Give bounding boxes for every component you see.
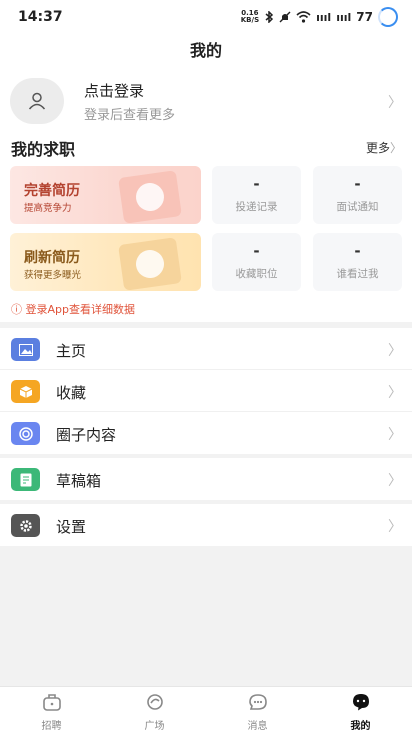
mute-icon (279, 11, 291, 23)
refresh-illustration-icon (118, 237, 182, 291)
chevron-right-icon: 〉 (388, 427, 402, 443)
avatar (10, 78, 64, 124)
signal-2: ıııl (336, 10, 352, 24)
bluetooth-icon (265, 11, 274, 23)
status-icons: 0.16 KB/S ıııl ıııl 77 (241, 7, 398, 27)
menu-item-drafts[interactable]: 草稿箱 〉 (0, 458, 412, 500)
stat-value: - (354, 175, 361, 193)
login-row[interactable]: 点击登录 登录后查看更多 〉 (0, 72, 412, 130)
login-notice[interactable]: ⓘ 登录App查看详细数据 (11, 301, 135, 317)
job-section: 我的求职 更多〉 完善简历 提高竞争力 刷新简历 获得更多曝光 - 投递记录 -… (0, 130, 412, 322)
card-title: 刷新简历 (24, 250, 80, 266)
target-icon (11, 422, 40, 445)
stat-value: - (354, 242, 361, 260)
person-icon (28, 92, 46, 110)
menu-item-settings[interactable]: 设置 〉 (0, 504, 412, 546)
stat-applications[interactable]: - 投递记录 (212, 166, 301, 224)
login-title: 点击登录 (84, 82, 145, 100)
stat-label: 收藏职位 (235, 268, 278, 280)
chevron-right-icon: 〉 (388, 385, 402, 401)
status-time: 14:37 (18, 9, 63, 25)
tab-label: 广场 (144, 721, 165, 732)
signal-1: ıııl (316, 10, 332, 24)
note-icon (11, 468, 40, 491)
status-bar: 14:37 0.16 KB/S ıııl ıııl 77 (0, 0, 412, 34)
tab-label: 消息 (247, 721, 268, 732)
refresh-resume-card[interactable]: 刷新简历 获得更多曝光 (10, 233, 201, 291)
card-subtitle: 提高竞争力 (24, 203, 72, 214)
menu-label: 圈子内容 (56, 426, 117, 444)
page-title: 我的 (0, 34, 412, 72)
battery-level: 77 (356, 10, 373, 24)
image-icon (11, 338, 40, 361)
section-title: 我的求职 (11, 140, 76, 159)
tab-profile[interactable]: 我的 (309, 687, 412, 732)
stat-label: 谁看过我 (336, 268, 379, 280)
menu-group-drafts: 草稿箱 〉 (0, 458, 412, 500)
card-title: 完善简历 (24, 183, 80, 199)
tab-label: 我的 (350, 721, 371, 732)
tab-messages[interactable]: 消息 (206, 687, 309, 732)
chevron-right-icon: 〉 (388, 473, 402, 489)
stat-label: 投递记录 (235, 201, 278, 213)
tab-recruit[interactable]: 招聘 (0, 687, 103, 732)
complete-resume-card[interactable]: 完善简历 提高竞争力 (10, 166, 201, 224)
stat-value: - (253, 242, 260, 260)
tab-label: 招聘 (41, 721, 62, 732)
info-icon: ⓘ (11, 303, 26, 316)
menu-item-home[interactable]: 主页 〉 (0, 328, 412, 370)
gear-icon (11, 514, 40, 537)
menu-label: 收藏 (56, 384, 87, 402)
chevron-right-icon: 〉 (388, 519, 402, 535)
menu-item-favorites[interactable]: 收藏 〉 (0, 370, 412, 412)
net-speed: 0.16 KB/S (240, 9, 260, 24)
stat-value: - (253, 175, 260, 193)
chevron-right-icon: 〉 (388, 95, 402, 111)
resume-illustration-icon (118, 170, 182, 224)
more-link[interactable]: 更多〉 (366, 139, 402, 156)
stat-saved-jobs[interactable]: - 收藏职位 (212, 233, 301, 291)
tab-plaza[interactable]: 广场 (103, 687, 206, 732)
menu-label: 主页 (56, 342, 87, 360)
menu-label: 草稿箱 (56, 472, 102, 490)
plaza-icon (146, 694, 163, 710)
menu-group-main: 主页 〉 收藏 〉 圈子内容 〉 (0, 328, 412, 454)
menu-label: 设置 (56, 518, 87, 536)
box-icon (11, 380, 40, 403)
chevron-right-icon: 〉 (388, 343, 402, 359)
stat-label: 面试通知 (336, 201, 379, 213)
wifi-icon (296, 11, 311, 23)
menu-group-settings: 设置 〉 (0, 504, 412, 546)
stat-interviews[interactable]: - 面试通知 (313, 166, 402, 224)
bag-icon (42, 694, 61, 711)
message-icon (248, 694, 267, 710)
card-subtitle: 获得更多曝光 (24, 270, 82, 281)
stat-viewers[interactable]: - 谁看过我 (313, 233, 402, 291)
profile-icon (352, 694, 369, 711)
menu-item-circle-content[interactable]: 圈子内容 〉 (0, 412, 412, 454)
chevron-right-icon: 〉 (389, 141, 402, 155)
battery-ring-icon (378, 7, 398, 27)
login-subtitle: 登录后查看更多 (84, 108, 176, 123)
bottom-tab-bar: 招聘 广场 消息 我的 (0, 686, 412, 732)
